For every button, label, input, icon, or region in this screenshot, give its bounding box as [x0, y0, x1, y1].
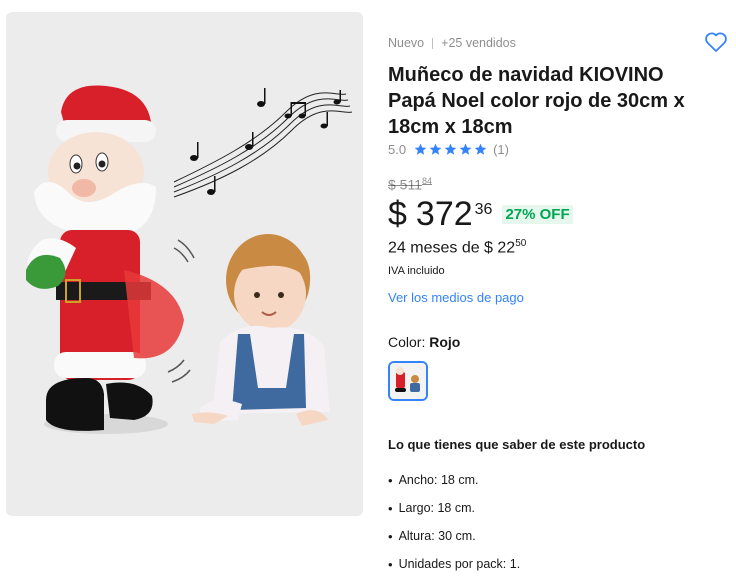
color-label-prefix: Color:: [388, 334, 430, 350]
product-image-gallery[interactable]: [6, 12, 363, 516]
current-price: $ 372 36 27% OFF: [388, 194, 573, 234]
price-amount: 372: [415, 195, 473, 233]
price-cents: 36: [474, 201, 493, 218]
rating-value: 5.0: [388, 142, 407, 157]
star-icon: [444, 143, 457, 155]
product-image: [26, 85, 353, 434]
subtitle-divider: [432, 37, 434, 49]
installments-cents: 50: [515, 238, 527, 249]
heart-outline-icon[interactable]: [704, 31, 728, 53]
swatch-thumbnail: [390, 363, 426, 399]
condition-label: Nuevo: [388, 36, 425, 50]
original-price-amount: $ 511: [388, 176, 422, 193]
star-icon: [459, 143, 472, 155]
product-subtitle: Nuevo +25 vendidos: [388, 36, 516, 50]
star-icon: [414, 143, 427, 155]
sold-count: +25 vendidos: [441, 36, 516, 50]
features-list: Ancho: 18 cm. Largo: 18 cm. Altura: 30 c…: [388, 466, 521, 578]
installments-text: 24 meses de $ 22: [388, 239, 516, 257]
discount-badge: 27% OFF: [502, 205, 573, 224]
feature-item: Unidades por pack: 1.: [388, 550, 521, 578]
installments-info: 24 meses de $ 2250: [388, 238, 526, 257]
original-price: $ 51184: [388, 176, 432, 193]
tax-note: IVA incluido: [388, 265, 445, 277]
color-selector-label: Color: Rojo: [388, 334, 460, 350]
product-title: Muñeco de navidad KIOVINO Papá Noel colo…: [388, 64, 685, 138]
color-swatch-rojo[interactable]: [388, 361, 428, 401]
feature-item: Altura: 30 cm.: [388, 522, 520, 550]
star-icon: [429, 143, 442, 155]
rating-count: (1): [493, 142, 509, 157]
rating-stars: [414, 143, 487, 156]
payment-methods-link[interactable]: Ver los medios de pago: [388, 290, 524, 305]
feature-item: Ancho: 18 cm.: [388, 466, 520, 494]
feature-item: Largo: 18 cm.: [388, 494, 520, 522]
rating-summary[interactable]: 5.0 (1): [388, 142, 509, 157]
price-currency: $: [388, 195, 407, 233]
star-icon: [474, 143, 487, 155]
features-heading: Lo que tienes que saber de este producto: [388, 437, 646, 452]
original-price-cents: 84: [422, 176, 433, 186]
selected-color: Rojo: [429, 334, 461, 350]
